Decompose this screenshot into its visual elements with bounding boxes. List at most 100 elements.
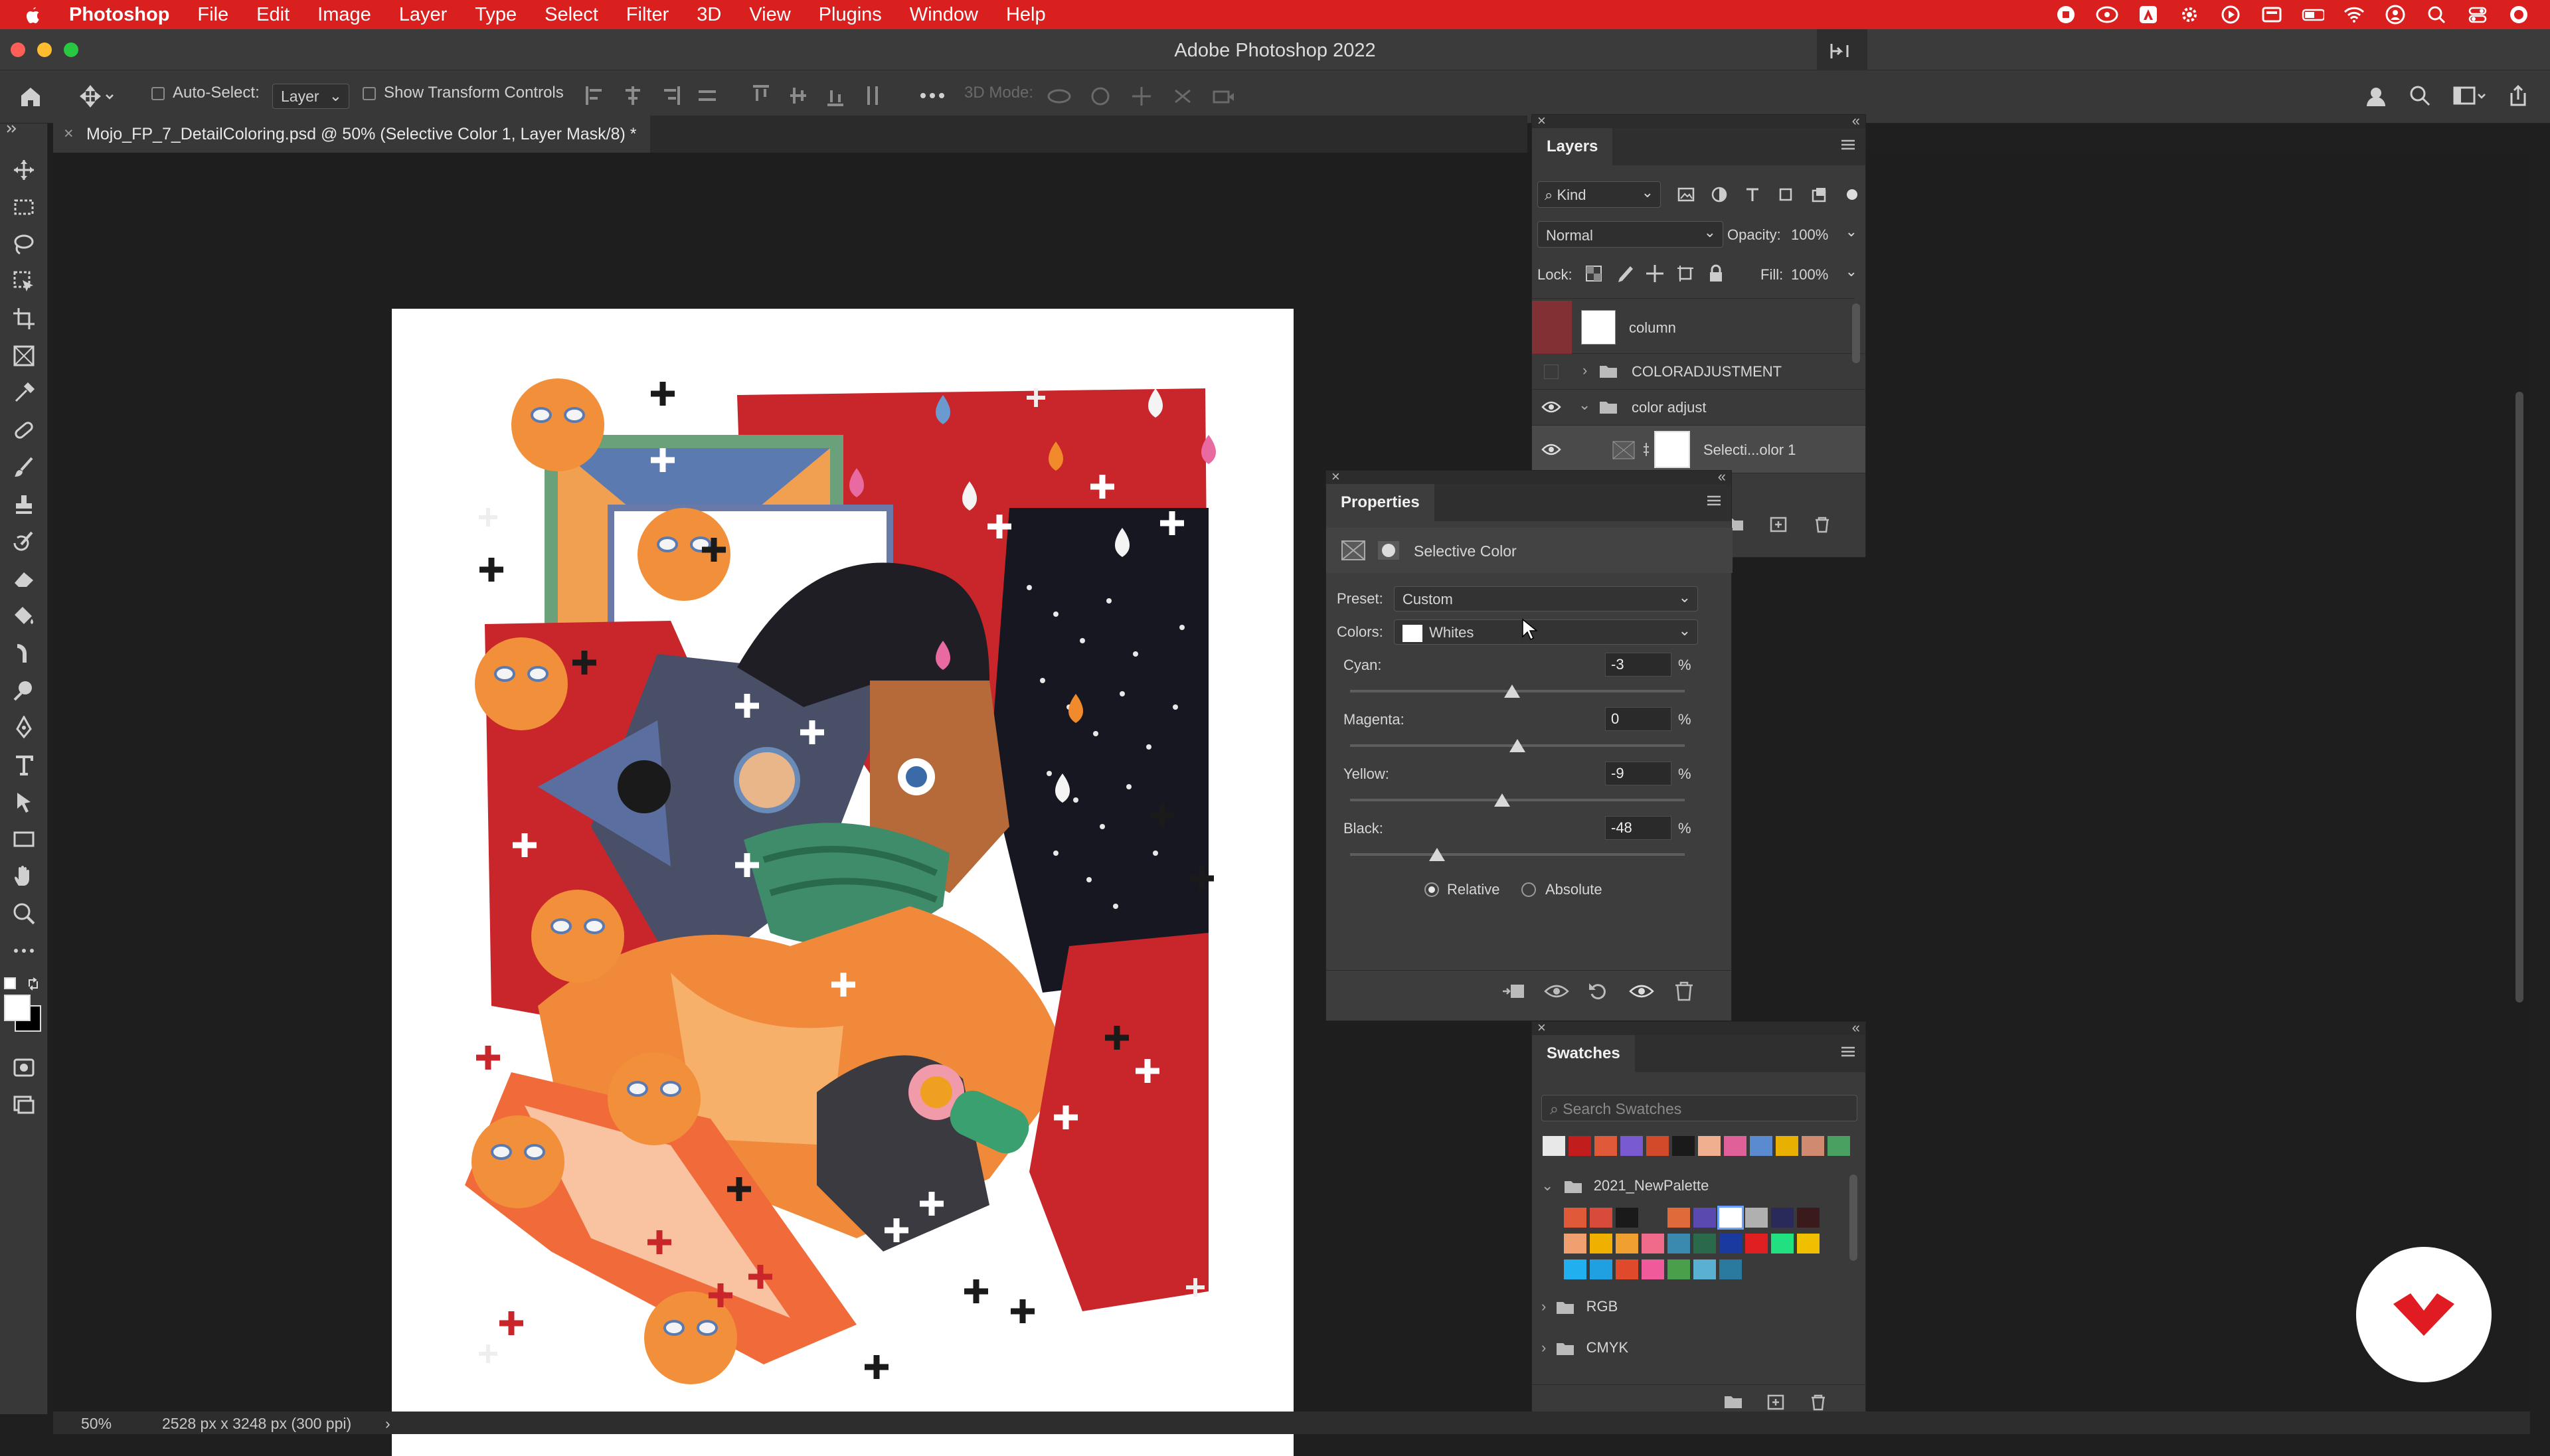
palette-swatch[interactable] — [1693, 1234, 1716, 1254]
status-arrow[interactable]: › — [385, 1415, 390, 1433]
canvas-area[interactable] — [53, 153, 2530, 1456]
options-search-icon[interactable] — [2408, 84, 2432, 108]
menu-filter[interactable]: Filter — [626, 4, 669, 26]
black-slider-track[interactable] — [1350, 853, 1685, 856]
dodge-tool-icon[interactable] — [12, 679, 36, 702]
move-tool-icon[interactable] — [12, 158, 36, 182]
zoom-level[interactable]: 50% — [81, 1415, 112, 1433]
layers-scrollbar[interactable] — [1852, 303, 1860, 363]
smudge-tool-icon[interactable] — [12, 641, 36, 665]
palette-swatch[interactable] — [1719, 1259, 1742, 1279]
swatches-collapse-icon[interactable]: « — [1852, 1019, 1860, 1036]
recent-swatch[interactable] — [1802, 1136, 1824, 1156]
3d-roll-icon[interactable] — [1088, 85, 1113, 108]
artboard[interactable] — [392, 309, 1294, 1456]
menu-help[interactable]: Help — [1006, 4, 1046, 26]
magenta-value-field[interactable]: 0 — [1605, 707, 1671, 731]
menu-window[interactable]: Window — [910, 4, 978, 26]
user-icon[interactable] — [2384, 4, 2407, 25]
align-center-icon[interactable] — [622, 82, 644, 109]
recent-swatch[interactable] — [1724, 1136, 1746, 1156]
blend-mode-dropdown[interactable]: Normal ⌄ — [1537, 221, 1723, 248]
menu-type[interactable]: Type — [475, 4, 517, 26]
new-swatch-group-icon[interactable] — [1723, 1394, 1743, 1411]
reset-icon[interactable] — [1586, 981, 1612, 1002]
relative-radio[interactable] — [1424, 882, 1439, 897]
swatches-search-field[interactable]: ⌕ Search Swatches — [1541, 1095, 1857, 1121]
properties-tab[interactable]: Properties — [1326, 484, 1434, 521]
delete-swatch-icon[interactable] — [1808, 1394, 1828, 1411]
yellow-value-field[interactable]: -9 — [1605, 762, 1671, 785]
show-transform-toggle[interactable]: Show Transform Controls — [363, 84, 564, 102]
view-previous-state-icon[interactable] — [1544, 981, 1569, 1002]
chevron-right-icon[interactable]: › — [1582, 362, 1587, 379]
adobe-icon[interactable] — [2137, 4, 2160, 25]
creative-cloud-icon[interactable] — [2096, 4, 2118, 25]
palette-swatch[interactable] — [1693, 1259, 1716, 1279]
siri-icon[interactable] — [2508, 4, 2530, 25]
layers-close-icon[interactable]: × — [1537, 112, 1546, 129]
lock-position-icon[interactable] — [1645, 264, 1665, 283]
swatches-scrollbar[interactable] — [1849, 1174, 1857, 1261]
lock-artboard-icon[interactable] — [1675, 264, 1695, 283]
frame-tool-icon[interactable] — [12, 344, 36, 368]
layer-row-color-adjust[interactable]: ⌄ color adjust — [1532, 390, 1865, 426]
palette-swatch[interactable] — [1590, 1234, 1612, 1254]
swatch-group-rgb[interactable]: › RGB — [1541, 1298, 1618, 1315]
menu-image[interactable]: Image — [317, 4, 371, 26]
magenta-slider-thumb[interactable] — [1509, 739, 1525, 752]
filter-toggle-icon[interactable] — [1843, 185, 1861, 204]
menu-edit[interactable]: Edit — [256, 4, 290, 26]
swatches-close-icon[interactable]: × — [1537, 1019, 1546, 1036]
3d-scale-icon[interactable] — [1211, 85, 1236, 108]
play-icon[interactable] — [2219, 4, 2242, 25]
palette-swatch[interactable] — [1719, 1234, 1742, 1254]
colors-dropdown[interactable]: Whites ⌄ — [1394, 619, 1698, 645]
palette-swatch[interactable] — [1693, 1208, 1716, 1228]
palette-swatch[interactable] — [1642, 1208, 1664, 1228]
palette-swatch[interactable] — [1797, 1234, 1820, 1254]
vertical-scrollbar[interactable] — [2515, 392, 2523, 1003]
pen-tool-icon[interactable] — [12, 716, 36, 740]
clip-to-layer-icon[interactable] — [1501, 981, 1527, 1002]
eye-icon[interactable] — [1541, 399, 1561, 415]
eye-icon[interactable] — [1541, 442, 1561, 457]
type-tool-icon[interactable] — [12, 753, 36, 777]
3d-pan-icon[interactable] — [1129, 85, 1154, 108]
fill-field[interactable]: 100% ⌄ — [1787, 261, 1860, 287]
layer-row-coloradjustment[interactable]: › COLORADJUSTMENT — [1532, 354, 1865, 390]
lasso-tool-icon[interactable] — [12, 232, 36, 256]
layer-row-column[interactable]: column — [1532, 301, 1865, 354]
share-user-icon[interactable] — [2364, 84, 2388, 108]
collapse-toolbar-icon[interactable] — [5, 123, 19, 134]
palette-swatch[interactable] — [1797, 1208, 1820, 1228]
lock-pixels-icon[interactable] — [1614, 264, 1634, 283]
adjustment-filter-icon[interactable] — [1710, 185, 1729, 204]
recent-swatch[interactable] — [1750, 1136, 1772, 1156]
black-value-field[interactable]: -48 — [1605, 816, 1671, 840]
new-swatch-icon[interactable] — [1766, 1394, 1786, 1411]
align-middle-icon[interactable] — [786, 82, 809, 109]
align-top-icon[interactable] — [749, 82, 772, 109]
mask-icon[interactable] — [1377, 540, 1401, 561]
absolute-radio[interactable] — [1521, 882, 1536, 897]
properties-menu-icon[interactable] — [1706, 495, 1722, 507]
delete-adjustment-icon[interactable] — [1671, 981, 1697, 1002]
menu-select[interactable]: Select — [545, 4, 598, 26]
rectangle-tool-icon[interactable] — [12, 827, 36, 851]
chevron-right-icon[interactable]: › — [1541, 1339, 1546, 1356]
layer-mask-thumbnail[interactable] — [1654, 431, 1690, 468]
palette-swatch[interactable] — [1564, 1234, 1586, 1254]
brush-tool-icon[interactable] — [12, 455, 36, 479]
cyan-value-field[interactable]: -3 — [1605, 653, 1671, 677]
palette-swatch[interactable] — [1667, 1259, 1690, 1279]
path-selection-tool-icon[interactable] — [12, 790, 36, 814]
screen-mode-icon[interactable] — [12, 1093, 36, 1117]
yellow-slider-thumb[interactable] — [1494, 793, 1511, 807]
history-icon[interactable] — [1828, 41, 1854, 61]
properties-close-icon[interactable]: × — [1331, 468, 1340, 485]
new-layer-icon[interactable] — [1768, 516, 1788, 533]
palette-swatch[interactable] — [1590, 1208, 1612, 1228]
palette-swatch[interactable] — [1564, 1208, 1586, 1228]
auto-select-toggle[interactable]: Auto-Select: — [151, 84, 260, 102]
